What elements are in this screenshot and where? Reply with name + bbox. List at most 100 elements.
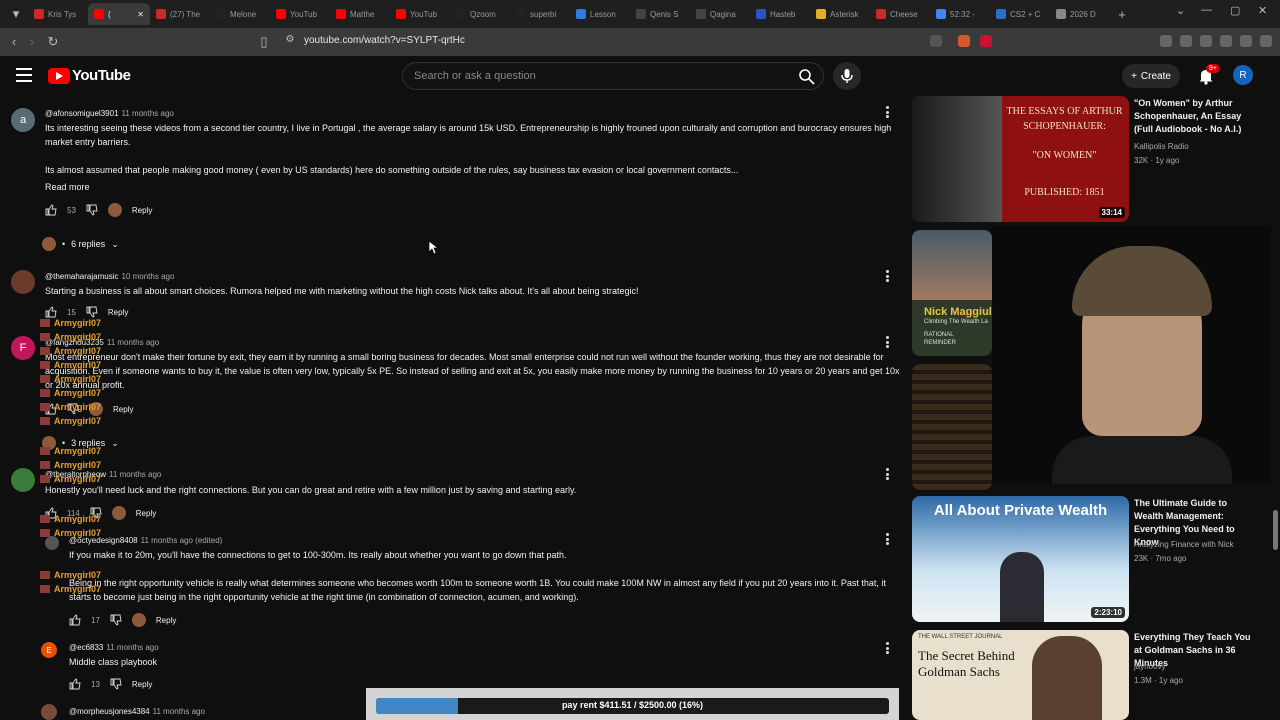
wallet-icon[interactable] — [1200, 35, 1212, 47]
browser-tab[interactable]: Melone — [210, 3, 270, 25]
view-replies-button[interactable]: • 6 replies ⌄ — [42, 237, 119, 251]
forward-button[interactable]: › — [22, 34, 42, 49]
minimize-button[interactable]: — — [1201, 4, 1212, 16]
youtube-logo[interactable]: YouTube — [48, 67, 131, 84]
browser-tab[interactable]: CS2 + C — [990, 3, 1050, 25]
channel-name[interactable]: Kallipolis Radio — [1134, 142, 1189, 151]
video-thumbnail[interactable]: THE ESSAYS OF ARTHUR SCHOPENHAUER: "ON W… — [912, 96, 1129, 222]
read-more-link[interactable]: Read more — [45, 182, 90, 192]
commenter-avatar[interactable]: a — [11, 108, 35, 132]
vpn-icon[interactable] — [1240, 35, 1252, 47]
browser-tab[interactable]: Cheese — [870, 3, 930, 25]
browser-tab[interactable]: (✕ — [88, 3, 150, 25]
comment-more-icon[interactable] — [886, 106, 890, 118]
rewards-icon[interactable] — [980, 35, 992, 47]
comment-time[interactable]: 11 months ago — [153, 707, 205, 716]
ai-icon[interactable] — [1220, 35, 1232, 47]
like-icon[interactable] — [45, 306, 57, 318]
comment-time[interactable]: 11 months ago — [107, 338, 159, 347]
like-icon[interactable] — [69, 678, 81, 690]
bookmark-icon[interactable]: ▯ — [254, 34, 274, 50]
video-title[interactable]: "On Women" by Arthur Schopenhauer, An Es… — [1134, 97, 1258, 136]
reply-button[interactable]: Reply — [136, 509, 156, 518]
comment-time[interactable]: 11 months ago — [122, 109, 174, 118]
browser-tab[interactable]: (27) The — [150, 3, 210, 25]
site-info-icon[interactable]: ⚙ — [280, 34, 300, 45]
create-button[interactable]: + Create — [1122, 64, 1180, 88]
media-icon[interactable] — [1160, 35, 1172, 47]
close-window-button[interactable]: ✕ — [1258, 4, 1267, 17]
comment-more-icon[interactable] — [886, 642, 890, 654]
comment-time[interactable]: 11 months ago — [109, 470, 161, 479]
dislike-icon[interactable] — [86, 306, 98, 318]
reload-button[interactable]: ↻ — [43, 34, 63, 50]
commenter-avatar[interactable]: F — [11, 336, 35, 360]
comment-time[interactable]: 10 months ago — [121, 272, 174, 281]
video-thumbnail[interactable]: Nick Maggiul Climbing The Wealth La RATI… — [912, 230, 992, 356]
reply-button[interactable]: Reply — [132, 206, 152, 215]
browser-tab[interactable]: Lesson — [570, 3, 630, 25]
search-box[interactable]: Search or ask a question — [402, 62, 824, 90]
account-avatar[interactable]: R — [1233, 65, 1253, 85]
browser-tab[interactable]: Kris Tys — [28, 3, 88, 25]
commenter-avatar[interactable] — [41, 704, 57, 720]
brave-shield-icon[interactable] — [958, 35, 970, 47]
cast-icon[interactable] — [930, 35, 942, 47]
video-card[interactable]: THE ESSAYS OF ARTHUR SCHOPENHAUER: "ON W… — [912, 96, 1280, 226]
browser-tab[interactable]: Hasteb — [750, 3, 810, 25]
browser-tab[interactable]: YouTub — [390, 3, 450, 25]
comment-author[interactable]: @afonsomiguel3901 — [45, 109, 119, 118]
browser-tab[interactable]: superbi — [510, 3, 570, 25]
commenter-avatar[interactable] — [11, 468, 35, 492]
new-tab-button[interactable]: + — [1110, 7, 1134, 22]
commenter-avatar[interactable] — [11, 270, 35, 294]
video-card[interactable]: THE WALL STREET JOURNAL The Secret Behin… — [912, 630, 1280, 720]
dislike-icon[interactable] — [110, 678, 122, 690]
maximize-button[interactable]: ▢ — [1230, 4, 1240, 17]
reply-button[interactable]: Reply — [113, 405, 133, 414]
like-icon[interactable] — [69, 614, 81, 626]
scrollbar-thumb[interactable] — [1273, 510, 1278, 550]
video-thumbnail[interactable] — [912, 364, 992, 490]
browser-tab[interactable]: YouTub — [270, 3, 330, 25]
comment-time[interactable]: 11 months ago (edited) — [141, 536, 223, 545]
browser-tab[interactable]: Qzoom — [450, 3, 510, 25]
search-input[interactable]: Search or ask a question — [414, 70, 536, 82]
url-field[interactable]: youtube.com/watch?v=SYLPT-qrtHc — [304, 35, 465, 46]
dislike-icon[interactable] — [110, 614, 122, 626]
comment-more-icon[interactable] — [886, 336, 890, 348]
comment-author[interactable]: @ec6833 — [69, 643, 103, 652]
comment-more-icon[interactable] — [886, 270, 890, 282]
video-thumbnail[interactable]: THE WALL STREET JOURNAL The Secret Behin… — [912, 630, 1129, 720]
channel-name[interactable]: Analyzing Finance with Nick — [1134, 540, 1234, 549]
back-button[interactable]: ‹ — [4, 34, 24, 49]
browser-tab[interactable]: Matthe — [330, 3, 390, 25]
menu-icon[interactable] — [1260, 35, 1272, 47]
page-scrollbar[interactable] — [1271, 96, 1280, 720]
comment-time[interactable]: 11 months ago — [106, 643, 158, 652]
reply-button[interactable]: Reply — [156, 616, 176, 625]
like-icon[interactable] — [45, 204, 57, 216]
reply-button[interactable]: Reply — [132, 680, 152, 689]
voice-search-button[interactable] — [833, 62, 861, 90]
commenter-avatar[interactable]: E — [41, 642, 57, 658]
browser-tab[interactable]: Asterisk — [810, 3, 870, 25]
comment-author[interactable]: @themaharajamusic — [45, 272, 118, 281]
browser-tab[interactable]: 52:32 - — [930, 3, 990, 25]
comment-author[interactable]: @morpheusjones4384 — [69, 707, 150, 716]
browser-tab[interactable]: Qagina — [690, 3, 750, 25]
browser-tab[interactable]: 2026 D — [1050, 3, 1110, 25]
comment-more-icon[interactable] — [886, 468, 890, 480]
commenter-avatar[interactable] — [45, 536, 59, 550]
menu-hamburger-icon[interactable] — [16, 68, 32, 82]
close-tab-icon[interactable]: ✕ — [137, 10, 144, 19]
search-icon[interactable] — [797, 67, 817, 87]
tab-overflow-icon[interactable]: ⌄ — [1176, 4, 1185, 17]
reply-button[interactable]: Reply — [108, 308, 128, 317]
video-card[interactable]: All About Private Wealth 2:23:10 The Ult… — [912, 496, 1280, 626]
browser-tab[interactable]: Qenis S — [630, 3, 690, 25]
video-thumbnail[interactable]: All About Private Wealth 2:23:10 — [912, 496, 1129, 622]
tab-search-icon[interactable]: ▾ — [4, 6, 28, 22]
dislike-icon[interactable] — [86, 204, 98, 216]
channel-name[interactable]: jayhoovy — [1134, 662, 1166, 671]
